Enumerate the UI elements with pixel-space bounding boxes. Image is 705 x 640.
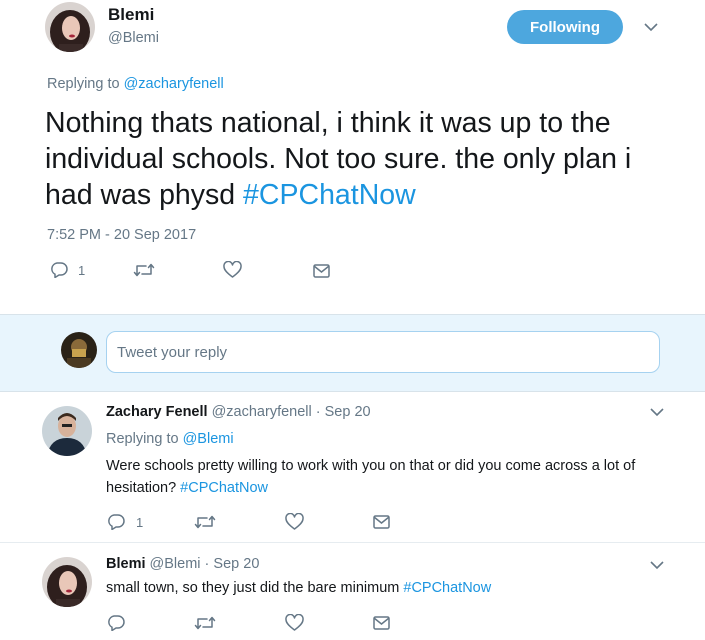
mention-link[interactable]: @zacharyfenell bbox=[124, 76, 224, 92]
like-icon bbox=[223, 261, 242, 278]
tweet-text: Nothing thats national, i think it was u… bbox=[45, 105, 675, 213]
replying-to-line: Replying to @Blemi bbox=[106, 431, 234, 447]
user-handle[interactable]: @zacharyfenell bbox=[212, 404, 312, 420]
reply-action[interactable]: 1 bbox=[107, 514, 143, 530]
display-name[interactable]: Blemi bbox=[106, 556, 146, 572]
message-icon bbox=[373, 515, 390, 529]
retweet-icon bbox=[194, 616, 216, 630]
message-icon bbox=[373, 616, 390, 630]
reply-text: small town, so they just did the bare mi… bbox=[106, 577, 666, 599]
chevron-down-icon[interactable] bbox=[650, 561, 664, 570]
like-action[interactable] bbox=[285, 513, 304, 530]
main-tweet: Blemi @Blemi Following Replying to @zach… bbox=[0, 0, 705, 314]
replying-to-line: Replying to @zacharyfenell bbox=[47, 76, 224, 92]
like-icon bbox=[285, 513, 304, 530]
message-action[interactable] bbox=[373, 616, 390, 630]
hashtag-link[interactable]: #CPChatNow bbox=[243, 179, 416, 211]
retweet-action[interactable] bbox=[133, 263, 155, 277]
reply-action[interactable]: 1 bbox=[50, 262, 85, 278]
reply-composer: Tweet your reply bbox=[0, 314, 705, 392]
display-name[interactable]: Zachary Fenell bbox=[106, 404, 208, 420]
avatar[interactable] bbox=[45, 2, 95, 52]
message-action[interactable] bbox=[313, 264, 330, 278]
reply-placeholder: Tweet your reply bbox=[117, 343, 228, 361]
replying-prefix: Replying to bbox=[47, 76, 120, 92]
reply-input[interactable]: Tweet your reply bbox=[106, 331, 660, 373]
user-handle[interactable]: @Blemi bbox=[108, 30, 159, 46]
chevron-down-icon[interactable] bbox=[650, 408, 664, 417]
reply-count: 1 bbox=[136, 514, 144, 530]
reply-text: Were schools pretty willing to work with… bbox=[106, 455, 666, 499]
user-handle[interactable]: @Blemi bbox=[150, 556, 201, 572]
like-action[interactable] bbox=[223, 261, 242, 278]
hashtag-link[interactable]: #CPChatNow bbox=[180, 480, 268, 496]
tweet-timestamp[interactable]: 7:52 PM - 20 Sep 2017 bbox=[47, 227, 196, 243]
avatar bbox=[61, 332, 97, 368]
reply-header: Blemi @Blemi · Sep 20 bbox=[106, 556, 259, 572]
separator-dot: · bbox=[204, 556, 210, 572]
like-icon bbox=[285, 614, 304, 631]
mention-link[interactable]: @Blemi bbox=[183, 431, 234, 447]
retweet-icon bbox=[133, 263, 155, 277]
reply-icon bbox=[108, 514, 125, 530]
reply-header: Zachary Fenell @zacharyfenell · Sep 20 bbox=[106, 404, 371, 420]
following-button[interactable]: Following bbox=[507, 10, 623, 44]
message-action[interactable] bbox=[373, 515, 390, 529]
reply-icon bbox=[108, 615, 125, 631]
reply-count: 1 bbox=[78, 262, 86, 278]
reply-date[interactable]: Sep 20 bbox=[325, 404, 371, 420]
reply-action[interactable] bbox=[107, 615, 125, 631]
like-action[interactable] bbox=[285, 614, 304, 631]
retweet-icon bbox=[194, 515, 216, 529]
display-name[interactable]: Blemi bbox=[108, 5, 154, 25]
reply-body: small town, so they just did the bare mi… bbox=[106, 580, 404, 596]
avatar[interactable] bbox=[42, 557, 92, 607]
retweet-action[interactable] bbox=[194, 616, 216, 630]
chevron-down-icon[interactable] bbox=[644, 23, 658, 32]
avatar[interactable] bbox=[42, 406, 92, 456]
reply-tweet[interactable]: Zachary Fenell @zacharyfenell · Sep 20 R… bbox=[0, 392, 705, 542]
retweet-action[interactable] bbox=[194, 515, 216, 529]
separator-dot: · bbox=[315, 404, 321, 420]
hashtag-link[interactable]: #CPChatNow bbox=[403, 580, 491, 596]
reply-icon bbox=[51, 262, 68, 278]
message-icon bbox=[313, 264, 330, 278]
reply-date[interactable]: Sep 20 bbox=[213, 556, 259, 572]
reply-tweet[interactable]: Blemi @Blemi · Sep 20 small town, so the… bbox=[0, 542, 705, 640]
replying-prefix: Replying to bbox=[106, 431, 179, 447]
